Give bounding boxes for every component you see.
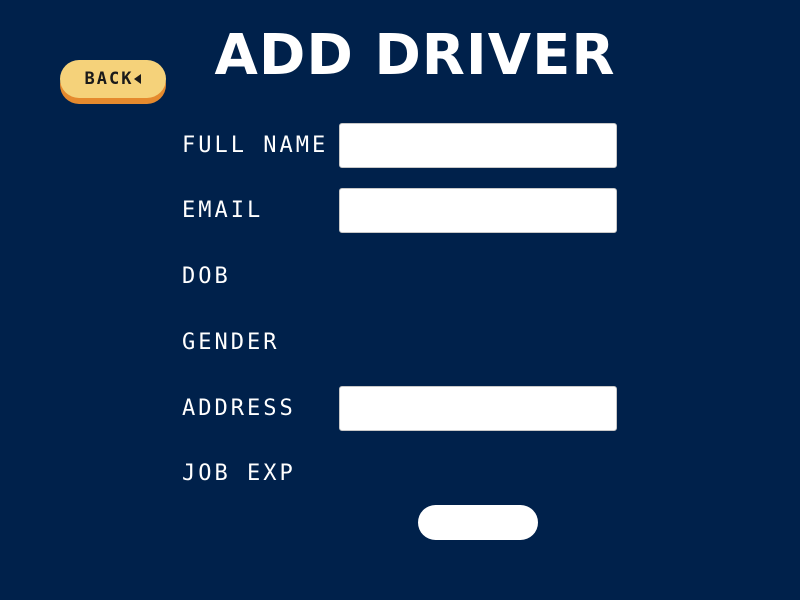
address-input[interactable]: [339, 386, 617, 431]
full-name-label: FULL NAME: [182, 133, 329, 158]
back-button[interactable]: BACK: [60, 60, 166, 98]
email-input[interactable]: [339, 188, 617, 233]
email-label: EMAIL: [182, 198, 264, 223]
dob-label: DOB: [182, 264, 231, 289]
back-arrow-icon: [134, 74, 142, 84]
job-exp-label: JOB EXP: [182, 461, 296, 486]
full-name-input[interactable]: [339, 123, 617, 168]
back-button-label: BACK: [84, 69, 134, 89]
address-label: ADDRESS: [182, 396, 296, 421]
gender-label: GENDER: [182, 330, 280, 355]
submit-button[interactable]: [418, 505, 538, 540]
